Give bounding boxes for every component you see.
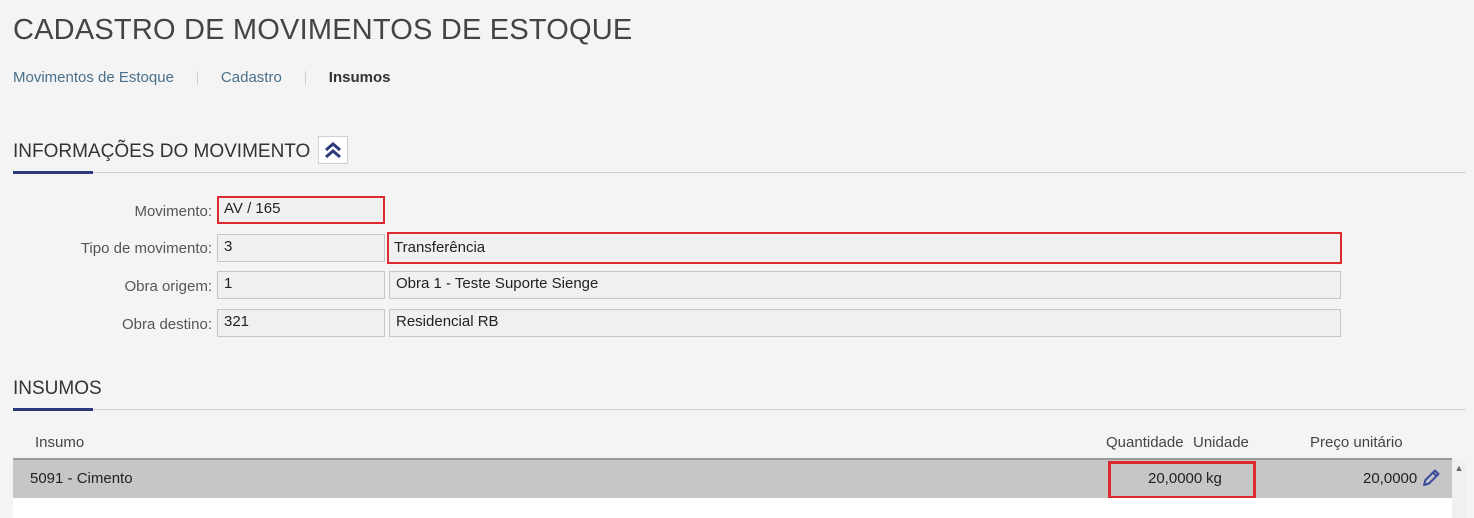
collapse-section-button[interactable] [318, 136, 348, 164]
table-empty-area [13, 498, 1452, 518]
column-header-unidade[interactable]: Unidade [1193, 434, 1249, 451]
breadcrumb-insumos: Insumos [328, 69, 391, 86]
table-row[interactable]: 5091 - Cimento 20,0000 kg 20,0000 [13, 460, 1452, 499]
insumos-table-header: Insumo Quantidade Unidade Preço unitário [13, 434, 1466, 458]
table-scrollbar[interactable]: ▲ [1452, 460, 1466, 518]
cell-unidade: kg [1206, 470, 1222, 487]
breadcrumb: Movimentos de Estoque Cadastro Insumos [13, 69, 390, 86]
breadcrumb-movimentos-de-estoque[interactable]: Movimentos de Estoque [13, 69, 174, 86]
obra-origem-code-field[interactable]: 1 [217, 271, 385, 299]
double-chevron-up-icon [325, 142, 341, 159]
page-title: CADASTRO DE MOVIMENTOS DE ESTOQUE [13, 14, 633, 46]
obra-origem-label: Obra origem: [124, 278, 212, 295]
tipo-movimento-label: Tipo de movimento: [80, 240, 212, 257]
edit-row-button[interactable] [1420, 467, 1444, 491]
breadcrumb-separator [196, 70, 198, 85]
tipo-movimento-description-field[interactable]: Transferência [387, 232, 1342, 264]
obra-destino-code-field[interactable]: 321 [217, 309, 385, 337]
info-section-title: INFORMAÇÕES DO MOVIMENTO [13, 141, 311, 162]
breadcrumb-separator [304, 70, 306, 85]
movimento-label: Movimento: [134, 203, 212, 220]
cell-insumo: 5091 - Cimento [30, 470, 133, 487]
insumos-section-title: INSUMOS [13, 378, 102, 399]
info-section-header: INFORMAÇÕES DO MOVIMENTO [13, 136, 1466, 174]
insumos-section-header: INSUMOS [13, 376, 1466, 411]
obra-destino-label: Obra destino: [121, 316, 212, 333]
section-accent-bar [13, 408, 93, 411]
obra-destino-description-field[interactable]: Residencial RB [389, 309, 1341, 337]
section-accent-bar [13, 171, 93, 174]
pencil-icon [1423, 469, 1440, 486]
cell-quantidade: 20,0000 [1148, 470, 1203, 487]
cell-preco-unitario: 20,0000 [1363, 470, 1418, 487]
scroll-up-arrow-icon[interactable]: ▲ [1454, 463, 1464, 473]
breadcrumb-cadastro[interactable]: Cadastro [221, 69, 282, 86]
column-header-insumo[interactable]: Insumo [35, 434, 84, 451]
obra-origem-description-field[interactable]: Obra 1 - Teste Suporte Sienge [389, 271, 1341, 299]
column-header-preco-unitario[interactable]: Preço unitário [1310, 434, 1403, 451]
tipo-movimento-code-field[interactable]: 3 [217, 234, 385, 262]
movimento-field[interactable]: AV / 165 [217, 196, 385, 224]
column-header-quantidade[interactable]: Quantidade [1106, 434, 1184, 451]
